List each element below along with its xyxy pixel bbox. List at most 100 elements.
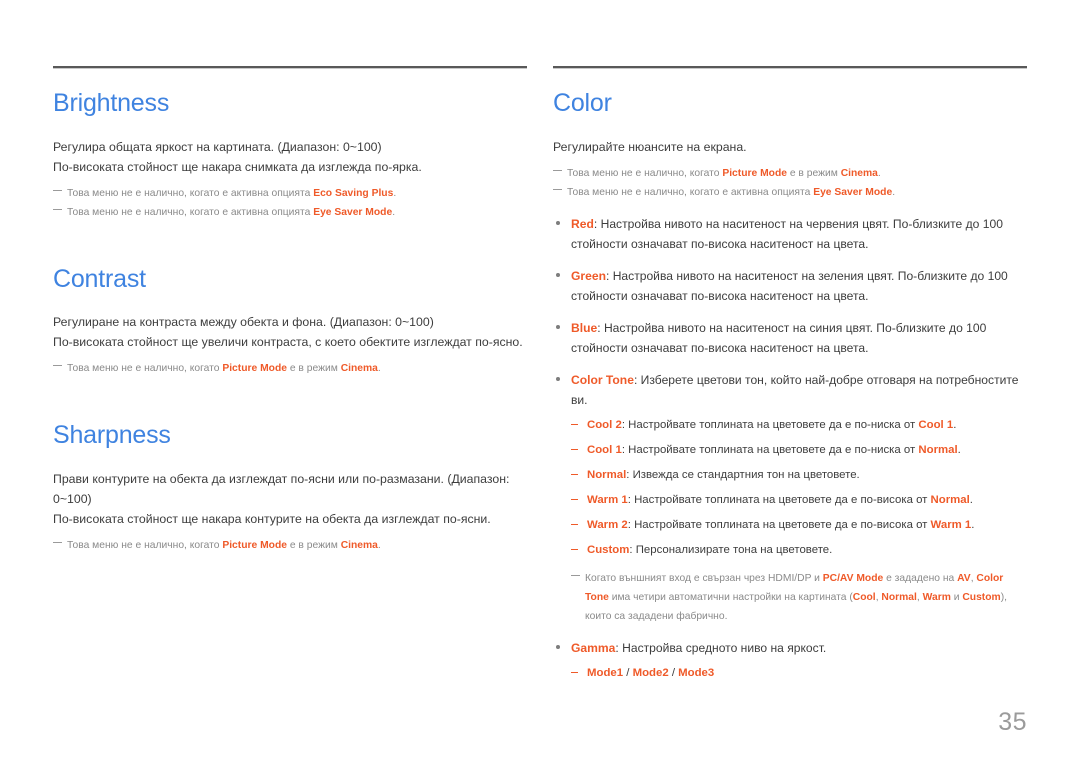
sub-dash-icon xyxy=(571,671,578,673)
section-note-1-text-2: . xyxy=(892,186,896,198)
body-paragraph-1: По-високата стойност ще накара снимката … xyxy=(53,159,422,174)
bullet-note-3-accent-7: Cool xyxy=(852,591,876,603)
sub-3-text-1: : Настройвате топлината на цветовете да … xyxy=(627,493,931,506)
section-note-0: Това меню не е налично, когато е активна… xyxy=(53,184,527,203)
bullet-note-3-text-12: и xyxy=(950,591,963,603)
sub-0-accent-0: Mode1 xyxy=(587,666,624,679)
bullet-text: Настройва нивото на наситеност на червен… xyxy=(571,216,1003,251)
bullet-dot-icon xyxy=(556,220,560,225)
sub-dash-icon xyxy=(571,523,578,525)
sub-3-accent-0: Warm 1 xyxy=(587,493,628,506)
section-note-0-text-4: . xyxy=(377,363,381,374)
sub-dash-icon xyxy=(571,423,578,425)
sub-0-accent-0: Cool 2 xyxy=(587,418,622,431)
section-note-0-accent-3: Cinema xyxy=(340,539,378,551)
note-dash-icon xyxy=(53,189,62,191)
section-note-0-text-2: . xyxy=(393,187,397,199)
two-column-layout: Brightness Регулира общата яркост на карт… xyxy=(53,66,1027,683)
section-note-1: Това меню не е налично, когато е активна… xyxy=(553,183,1027,202)
section-note-0-accent-3: Cinema xyxy=(840,167,878,179)
section-note-1-text-0: Това меню не е налично, когато е активна… xyxy=(567,186,814,198)
bullet-item-color-tone: Color Tone: Изберете цветови тон, който … xyxy=(553,370,1027,626)
sub-item-3: Warm 1: Настройвате топлината на цветове… xyxy=(571,490,1027,510)
sub-list: Cool 2: Настройвате топлината на цветове… xyxy=(571,415,1027,560)
sub-0-accent-4: Mode3 xyxy=(678,666,715,679)
sub-2-text-1: : Извежда се стандартния тон на цветовет… xyxy=(626,468,860,481)
section-note-0-text-4: . xyxy=(377,539,381,551)
section-title-contrast: Contrast xyxy=(53,264,146,293)
section-note-0-text-4: . xyxy=(877,167,881,179)
bullet-note-3-accent-1: PC/AV Mode xyxy=(822,572,884,584)
sub-item-2: Normal: Извежда се стандартния тон на цв… xyxy=(571,465,1027,485)
right-sections: Color Регулирайте нюансите на екрана. Това… xyxy=(553,89,1027,683)
section-title-sharpness: Sharpness xyxy=(53,421,171,449)
sub-item-0: Mode1 / Mode2 / Mode3 xyxy=(571,663,1027,683)
bullet-item-red: Red: Настройва нивото на наситеност на ч… xyxy=(553,214,1027,254)
sub-item-4: Warm 2: Настройвате топлината на цветове… xyxy=(571,515,1027,535)
sub-4-text-3: . xyxy=(971,518,975,531)
bullet-label: Green xyxy=(571,268,606,283)
left-section-0: Brightness Регулира общата яркост на карт… xyxy=(53,89,527,222)
section-note-0-text-0: Това меню не е налично, когато xyxy=(67,539,223,551)
sub-1-accent-0: Cool 1 xyxy=(587,443,622,456)
body-paragraph-1: По-високата стойност ще накара контурите… xyxy=(53,511,491,526)
bullet-dot-icon xyxy=(556,376,560,381)
column-rule-left xyxy=(53,66,527,69)
sub-3-accent-2: Normal xyxy=(930,493,970,506)
sub-4-text-1: : Настройвате топлината на цветовете да … xyxy=(627,518,931,531)
bullet-note-3: Когато външният вход е свързан чрез HDMI… xyxy=(571,569,1027,626)
body-paragraph-0: Регулиране на контраста между обекта и ф… xyxy=(53,315,434,329)
section-title-brightness: Brightness xyxy=(53,89,170,117)
note-dash-icon xyxy=(553,169,562,171)
sub-0-accent-2: Mode2 xyxy=(632,666,669,679)
note-dash-icon xyxy=(553,188,562,190)
bullet-note-3-accent-9: Normal xyxy=(881,591,917,603)
bullet-text: Настройва нивото на наситеност на зелени… xyxy=(571,268,1008,303)
sub-1-accent-2: Normal xyxy=(918,443,958,456)
bullet-note-3-text-0: Когато външният вход е свързан чрез HDMI… xyxy=(585,572,823,584)
section-title-color: Color xyxy=(553,89,612,117)
sub-0-text-1: / xyxy=(623,666,633,679)
sub-item-0: Cool 2: Настройвате топлината на цветове… xyxy=(571,415,1027,435)
section-note-0-text-0: Това меню не е налично, когато е активна… xyxy=(67,187,314,199)
bullet-item-gamma: Gamma: Настройва средното ниво на яркост… xyxy=(553,638,1027,683)
section-note-0: Това меню не е налично, когато Picture M… xyxy=(53,536,527,555)
left-section-2: Sharpness Прави контурите на обекта да из… xyxy=(53,421,527,555)
sub-0-text-1: : Настройвате топлината на цветовете да … xyxy=(621,418,919,431)
section-note-0-text-2: е в режим xyxy=(286,539,341,551)
sub-0-text-3: / xyxy=(668,666,679,679)
manual-page: Brightness Регулира общата яркост на карт… xyxy=(0,0,1080,763)
bullet-dot-icon xyxy=(556,324,560,329)
bullet-label: Blue xyxy=(571,320,598,335)
sub-4-accent-0: Warm 2 xyxy=(587,518,628,531)
section-note-0-accent-1: Picture Mode xyxy=(722,167,787,179)
section-note-0-text-2: е в режим xyxy=(286,363,341,374)
section-note-1: Това меню не е налично, когато е активна… xyxy=(53,203,527,222)
section-note-1-accent-1: Eye Saver Mode xyxy=(813,186,893,198)
body-paragraph-1: По-високата стойност ще увеличи контраст… xyxy=(53,335,523,349)
bullet-note-3-text-2: е зададено на xyxy=(883,572,958,584)
body-paragraph-0: Регулира общата яркост на картината. (Ди… xyxy=(53,139,382,154)
page-number: 35 xyxy=(998,708,1027,736)
bullet-label: Red xyxy=(571,216,594,231)
left-sections: Brightness Регулира общата яркост на карт… xyxy=(53,89,527,555)
sub-dash-icon xyxy=(571,448,578,450)
bullet-note-3-accent-11: Warm xyxy=(922,591,951,603)
bullet-note-3-text-6: има четири автоматични настройки на карт… xyxy=(608,591,853,603)
section-note-0-accent-1: Picture Mode xyxy=(222,539,287,551)
sub-0-accent-2: Cool 1 xyxy=(918,418,954,431)
section-note-0-accent-1: Picture Mode xyxy=(222,363,287,374)
bullet-text: Настройва нивото на наситеност на синия … xyxy=(571,320,987,355)
sub-1-text-3: . xyxy=(957,443,961,456)
section-note-1-accent-1: Eye Saver Mode xyxy=(313,206,393,218)
bullet-dot-icon xyxy=(556,644,560,649)
bullet-dot-icon xyxy=(556,272,560,277)
sub-dash-icon xyxy=(571,548,578,550)
section-note-0-accent-3: Cinema xyxy=(340,363,378,374)
bullet-item-green: Green: Настройва нивото на наситеност на… xyxy=(553,266,1027,306)
section-note-1-text-2: . xyxy=(392,206,396,218)
sub-dash-icon xyxy=(571,473,578,475)
note-dash-icon xyxy=(571,574,580,576)
sub-5-accent-0: Custom xyxy=(587,543,630,556)
sub-dash-icon xyxy=(571,498,578,500)
